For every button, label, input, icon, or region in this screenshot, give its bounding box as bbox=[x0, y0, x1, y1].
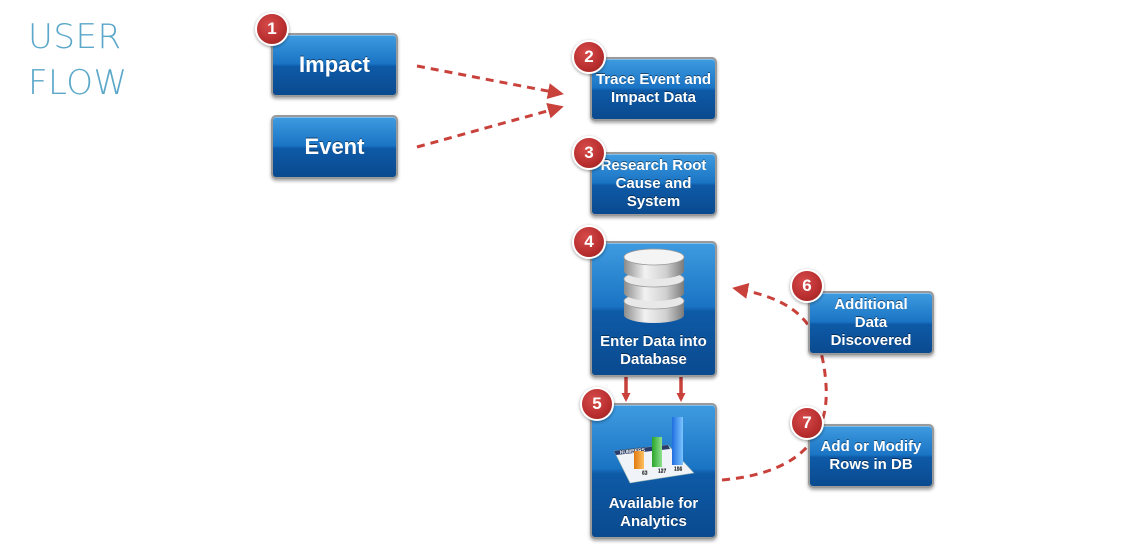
chart-icon-value-2: 127 bbox=[658, 469, 667, 475]
event-box: Event bbox=[271, 115, 398, 179]
step-badge-1: 1 bbox=[255, 12, 289, 46]
step-badge-2: 2 bbox=[572, 40, 606, 74]
arrow-event-to-trace bbox=[416, 102, 564, 149]
additional-data-box: Additional Data Discovered bbox=[808, 291, 934, 355]
add-modify-rows-box: Add or Modify Rows in DB bbox=[808, 424, 934, 488]
analytics-box: NUMBERS 63 127 156 Available for Analyti… bbox=[590, 403, 717, 539]
chart-icon-value-3: 156 bbox=[674, 467, 683, 473]
flow-arrows bbox=[416, 64, 828, 482]
step-badge-3: 3 bbox=[572, 136, 606, 170]
research-root-cause-label: Research Root Cause and System bbox=[600, 157, 707, 210]
database-icon bbox=[623, 248, 684, 323]
step-badge-7: 7 bbox=[790, 406, 824, 440]
arrow-impact-to-trace bbox=[416, 64, 564, 99]
step-badge-6: 6 bbox=[790, 269, 824, 303]
additional-data-label: Additional Data Discovered bbox=[830, 296, 912, 349]
event-label: Event bbox=[304, 134, 365, 159]
analytics-label: Available for Analytics bbox=[608, 495, 699, 530]
add-modify-rows-label: Add or Modify Rows in DB bbox=[820, 438, 922, 473]
trace-event-box: Trace Event and Impact Data bbox=[590, 57, 717, 121]
impact-label: Impact bbox=[299, 52, 370, 77]
research-root-cause-box: Research Root Cause and System bbox=[590, 152, 717, 216]
trace-event-label: Trace Event and Impact Data bbox=[595, 71, 712, 106]
bar-chart-icon: NUMBERS 63 127 156 bbox=[613, 417, 695, 484]
chart-icon-value-1: 63 bbox=[642, 471, 648, 477]
step-badge-5: 5 bbox=[580, 387, 614, 421]
enter-data-label: Enter Data into Database bbox=[600, 333, 707, 368]
enter-data-box: Enter Data into Database bbox=[590, 241, 717, 377]
impact-box: Impact bbox=[271, 33, 398, 97]
step-badge-4: 4 bbox=[572, 225, 606, 259]
